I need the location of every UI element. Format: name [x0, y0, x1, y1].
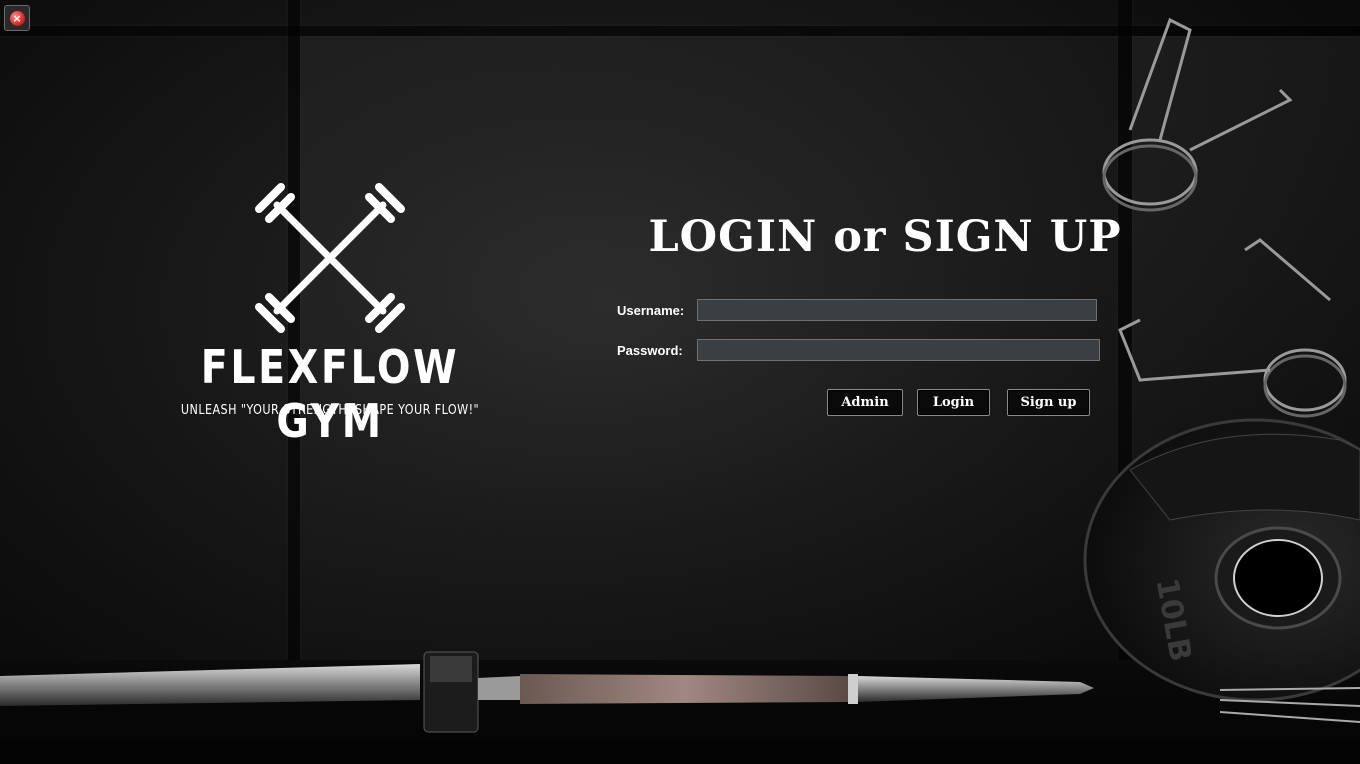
sign-up-button[interactable]: Sign up — [1007, 389, 1090, 416]
admin-button[interactable]: Admin — [827, 389, 903, 416]
username-input[interactable] — [697, 299, 1097, 321]
brand-tagline: UNLEASH "YOUR STRENGTH. SHAPE YOUR FLOW!… — [180, 403, 480, 418]
login-button[interactable]: Login — [917, 389, 990, 416]
password-input[interactable] — [697, 339, 1100, 361]
form-title: LOGIN or SIGN UP — [648, 212, 1122, 262]
panel-seam — [0, 26, 1360, 36]
close-icon: × — [9, 10, 25, 26]
username-label: Username: — [617, 303, 685, 318]
background-leather-panel-right — [1132, 36, 1360, 660]
password-label: Password: — [617, 343, 683, 358]
crossed-dumbbells-icon — [255, 183, 405, 333]
login-screen: 10LB × FLEXFLOW GYM UNLEASH "YOUR STRENG… — [0, 0, 1360, 764]
brand-name: FLEXFLOW GYM — [200, 340, 460, 448]
close-button[interactable]: × — [4, 5, 30, 31]
panel-seam — [1118, 0, 1132, 660]
floor-background — [0, 660, 1360, 764]
